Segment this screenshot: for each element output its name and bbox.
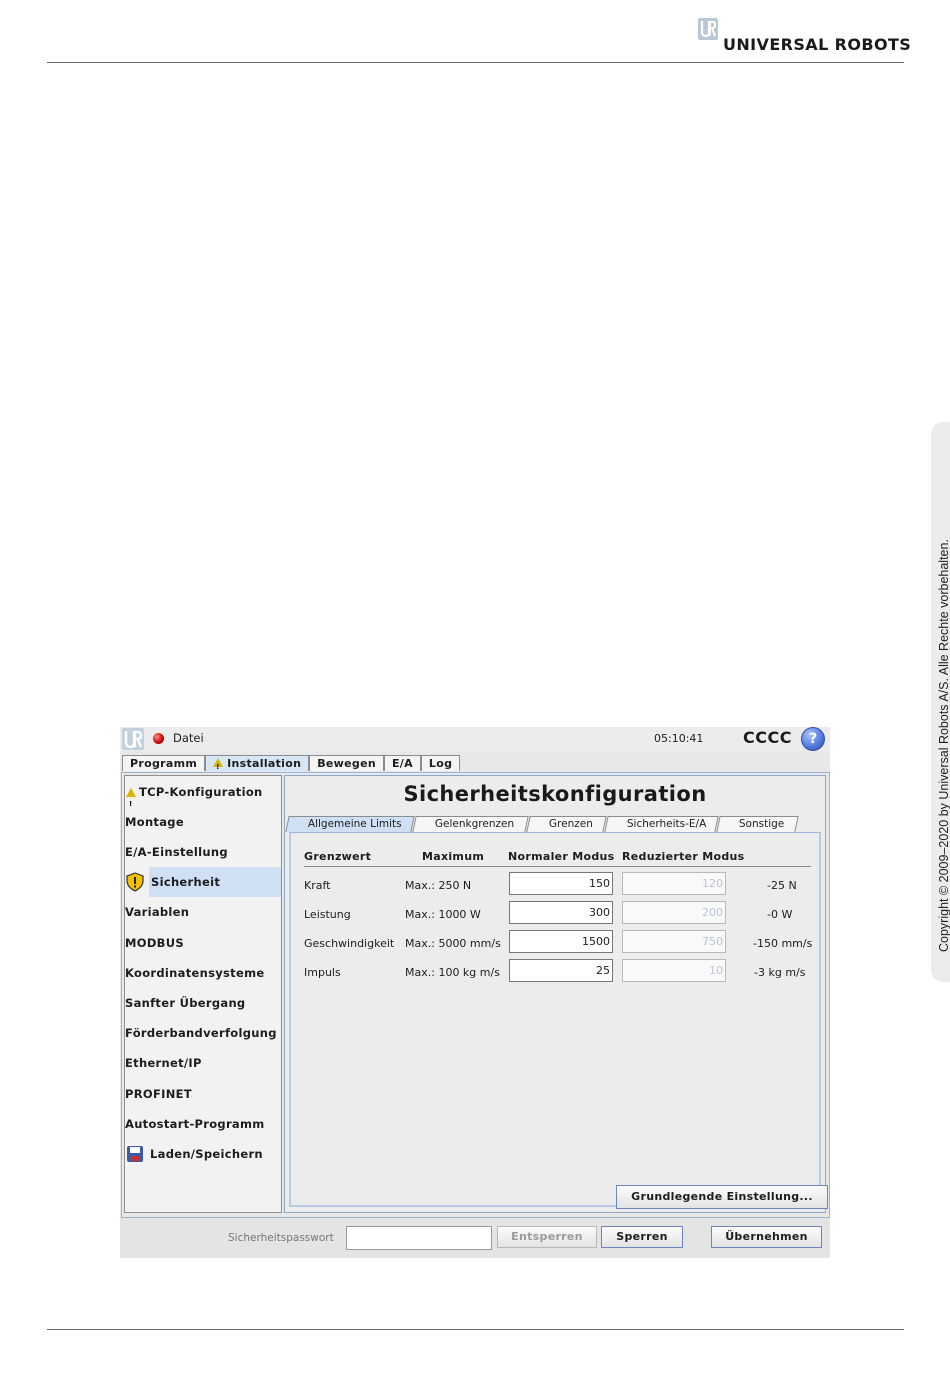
tab-grenzen[interactable]: Grenzen bbox=[526, 816, 607, 832]
normal-mode-input[interactable]: 25 bbox=[509, 959, 613, 982]
sidebar-item-foerderbandverfolgung[interactable]: Förderbandverfolgung bbox=[125, 1018, 281, 1048]
limit-max: Max.: 5000 mm/s bbox=[405, 937, 501, 950]
tab-allgemeine-limits[interactable]: Allgemeine Limits bbox=[285, 816, 415, 832]
file-menu[interactable]: Datei bbox=[173, 731, 204, 745]
universal-robots-logo: UNIVERSAL ROBOTS bbox=[698, 18, 911, 56]
sidebar-item-sanfter-uebergang[interactable]: Sanfter Übergang bbox=[125, 988, 281, 1018]
default-settings-button[interactable]: Grundlegende Einstellung... bbox=[616, 1185, 828, 1209]
column-header: Normaler Modus bbox=[508, 850, 615, 863]
tab-gelenkgrenzen[interactable]: Gelenkgrenzen bbox=[412, 816, 529, 832]
column-header: Grenzwert bbox=[304, 850, 372, 863]
limit-name: Geschwindigkeit bbox=[304, 937, 395, 950]
limit-name: Leistung bbox=[304, 908, 351, 921]
limit-max: Max.: 250 N bbox=[405, 879, 472, 892]
unlock-button[interactable]: Entsperren bbox=[497, 1226, 597, 1248]
column-header: Maximum bbox=[422, 850, 485, 863]
sidebar-item-autostart-programm[interactable]: Autostart-Programm bbox=[125, 1109, 281, 1139]
limit-max: Max.: 100 kg m/s bbox=[405, 966, 500, 979]
ur-logo-icon bbox=[698, 18, 718, 40]
header-rule bbox=[47, 62, 904, 63]
warning-icon bbox=[126, 788, 136, 819]
shield-icon bbox=[126, 872, 144, 892]
tab-installation[interactable]: Installation bbox=[205, 755, 310, 775]
apply-button[interactable]: Übernehmen bbox=[711, 1226, 822, 1248]
column-header: Reduzierter Modus bbox=[622, 850, 745, 863]
header-divider bbox=[304, 866, 811, 867]
reduced-mode-input[interactable]: 10 bbox=[622, 959, 726, 982]
sidebar-item-modbus[interactable]: MODBUS bbox=[125, 928, 281, 958]
tab-ea[interactable]: E/A bbox=[383, 755, 421, 771]
tab-programm[interactable]: Programm bbox=[122, 755, 206, 771]
sidebar-item-laden-speichern[interactable]: Laden/Speichern bbox=[125, 1139, 281, 1169]
help-icon[interactable]: ? bbox=[801, 727, 825, 751]
limit-difference: -0 W bbox=[767, 908, 793, 921]
installation-sidebar: TCP-Konfiguration Montage E/A-Einstellun… bbox=[124, 775, 282, 1213]
limit-name: Kraft bbox=[304, 879, 331, 892]
safety-panel: Sicherheitskonfiguration Allgemeine Limi… bbox=[284, 775, 828, 1213]
main-tabs: Programm Installation Bewegen E/A Log bbox=[122, 755, 461, 775]
sidebar-item-tcp-konfiguration[interactable]: TCP-Konfiguration bbox=[125, 777, 281, 819]
ur-logo-icon bbox=[122, 728, 144, 750]
warning-icon bbox=[213, 758, 224, 775]
normal-mode-input[interactable]: 1500 bbox=[509, 930, 613, 953]
tab-sonstige[interactable]: Sonstige bbox=[716, 816, 800, 832]
sidebar-item-ea-einstellung[interactable]: E/A-Einstellung bbox=[125, 837, 281, 867]
top-bar: Datei 05:10:41 CCCC ? bbox=[120, 727, 830, 751]
polyscope-window: Datei 05:10:41 CCCC ? Programm Installat… bbox=[120, 727, 830, 1258]
copyright-text: Copyright © 2009–2020 by Universal Robot… bbox=[937, 539, 950, 952]
clock: 05:10:41 bbox=[654, 732, 704, 745]
sidebar-item-sicherheit[interactable]: Sicherheit bbox=[126, 867, 281, 897]
limit-difference: -150 mm/s bbox=[753, 937, 813, 950]
reduced-mode-input[interactable]: 200 bbox=[622, 901, 726, 924]
floppy-icon bbox=[127, 1146, 143, 1162]
sidebar-item-montage[interactable]: Montage bbox=[125, 807, 281, 837]
normal-mode-input[interactable]: 150 bbox=[509, 872, 613, 895]
sidebar-item-variablen[interactable]: Variablen bbox=[125, 897, 281, 927]
safety-subtabs: Allgemeine Limits Gelenkgrenzen Grenzen … bbox=[285, 816, 800, 832]
sidebar-item-profinet[interactable]: PROFINET bbox=[125, 1079, 281, 1109]
limit-max: Max.: 1000 W bbox=[405, 908, 481, 921]
tab-bewegen[interactable]: Bewegen bbox=[309, 755, 384, 771]
sidebar-item-koordinatensysteme[interactable]: Koordinatensysteme bbox=[125, 958, 281, 988]
normal-mode-input[interactable]: 300 bbox=[509, 901, 613, 924]
limit-difference: -25 N bbox=[767, 879, 797, 892]
robot-name: CCCC bbox=[743, 728, 792, 747]
tab-log[interactable]: Log bbox=[420, 755, 461, 771]
tab-sicherheits-ea[interactable]: Sicherheits-E/A bbox=[604, 816, 719, 832]
limit-difference: -3 kg m/s bbox=[754, 966, 806, 979]
footer-rule bbox=[47, 1329, 904, 1330]
password-label: Sicherheitspasswort bbox=[228, 1232, 334, 1244]
robot-status-indicator bbox=[153, 733, 164, 744]
limit-name: Impuls bbox=[304, 966, 341, 979]
bottom-bar: Sicherheitspasswort Entsperren Sperren Ü… bbox=[120, 1218, 830, 1258]
page-title: Sicherheitskonfiguration bbox=[403, 782, 707, 806]
installation-frame: TCP-Konfiguration Montage E/A-Einstellun… bbox=[121, 772, 830, 1218]
brand-name: UNIVERSAL ROBOTS bbox=[723, 35, 912, 54]
reduced-mode-input[interactable]: 120 bbox=[622, 872, 726, 895]
lock-button[interactable]: Sperren bbox=[601, 1226, 683, 1248]
reduced-mode-input[interactable]: 750 bbox=[622, 930, 726, 953]
password-input[interactable] bbox=[346, 1226, 492, 1250]
sidebar-item-ethernet-ip[interactable]: Ethernet/IP bbox=[125, 1048, 281, 1078]
general-limits-panel: Grenzwert Maximum Normaler Modus Reduzie… bbox=[289, 832, 828, 1209]
